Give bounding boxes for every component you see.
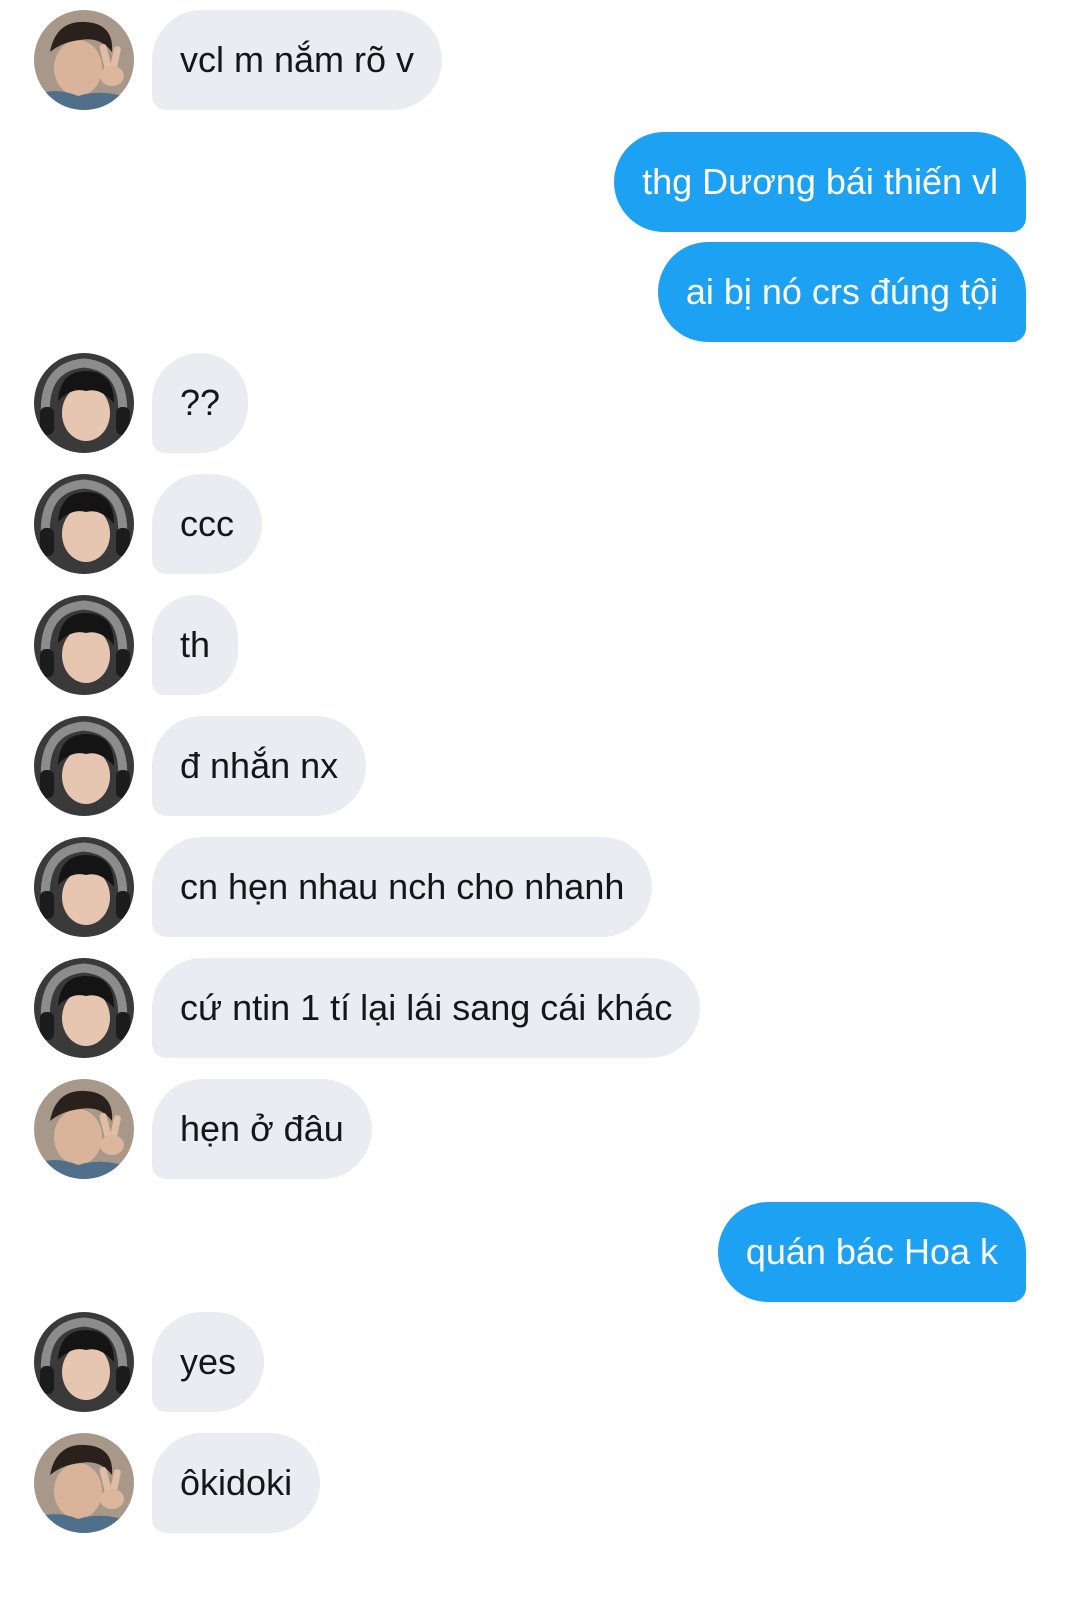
outgoing-message-bubble[interactable]: quán bác Hoa k [717,1202,1026,1302]
incoming-message-bubble[interactable]: th [152,595,239,695]
avatar-headphones[interactable] [34,474,134,574]
incoming-message-bubble[interactable]: cn hẹn nhau nch cho nhanh [152,837,653,937]
avatar-peace-sign-image [34,1079,134,1179]
avatar-peace-sign-image [34,1433,134,1533]
chat-thread[interactable]: vcl m nắm rõ v thg Dương bái thiến vl ai… [0,0,1080,1599]
avatar-headphones[interactable] [34,353,134,453]
avatar-peace-sign[interactable] [34,1433,134,1533]
incoming-message-bubble[interactable]: yes [152,1312,265,1412]
outgoing-message-bubble[interactable]: thg Dương bái thiến vl [614,132,1026,232]
avatar-headphones-image [34,958,134,1058]
incoming-message-bubble[interactable]: hẹn ở đâu [152,1079,372,1179]
avatar-peace-sign[interactable] [34,10,134,110]
incoming-message-bubble[interactable]: ôkidoki [152,1433,321,1533]
avatar-headphones-image [34,353,134,453]
avatar-headphones-image [34,716,134,816]
incoming-message-bubble[interactable]: cứ ntin 1 tí lại lái sang cái khác [152,958,701,1058]
incoming-message-bubble[interactable]: ccc [152,474,262,574]
outgoing-message-bubble[interactable]: ai bị nó crs đúng tội [657,242,1026,342]
avatar-headphones[interactable] [34,595,134,695]
avatar-headphones[interactable] [34,1312,134,1412]
avatar-peace-sign[interactable] [34,1079,134,1179]
avatar-headphones[interactable] [34,716,134,816]
avatar-peace-sign-image [34,10,134,110]
avatar-headphones[interactable] [34,837,134,937]
avatar-headphones[interactable] [34,958,134,1058]
avatar-headphones-image [34,837,134,937]
incoming-message-bubble[interactable]: vcl m nắm rõ v [152,10,443,110]
avatar-headphones-image [34,1312,134,1412]
incoming-message-bubble[interactable]: đ nhắn nx [152,716,367,816]
avatar-headphones-image [34,474,134,574]
incoming-message-bubble[interactable]: ?? [152,353,249,453]
avatar-headphones-image [34,595,134,695]
